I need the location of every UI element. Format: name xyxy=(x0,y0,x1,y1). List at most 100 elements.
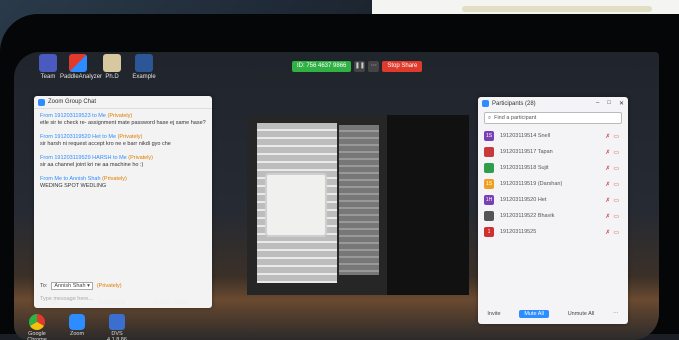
mic-muted-icon: ✗▭ xyxy=(605,197,622,204)
desktop-icon-label: Example xyxy=(132,74,156,80)
private-tag: (Privately) xyxy=(117,134,143,140)
participant-search-input[interactable]: ⌕ Find a participant xyxy=(484,112,622,124)
search-placeholder: Find a participant xyxy=(494,115,537,121)
maximize-icon[interactable]: □ xyxy=(607,100,611,107)
unmute-all-button[interactable]: Unmute All xyxy=(568,311,595,317)
avatar xyxy=(484,147,494,157)
participants-window: Participants (28) – □ ✕ ⌕ Find a participa… xyxy=(478,97,628,324)
zoom-logo-icon xyxy=(38,98,45,106)
participant-name: 191203119520 Het xyxy=(500,197,547,203)
chat-message: From 191203119529 HARSH to Me (Privately… xyxy=(40,155,206,169)
chat-messages: From 191203119523 to Me (Privately) etle… xyxy=(34,109,212,201)
to-label: To: xyxy=(40,283,48,289)
participant-row[interactable]: 1S 191203119514 Snell ✗▭ xyxy=(478,128,628,144)
more-icon[interactable]: ⋯ xyxy=(613,311,619,317)
shared-video-tile xyxy=(247,115,387,295)
message-sender: From 191203119523 to Me xyxy=(40,113,106,119)
dark-video-tile xyxy=(387,115,469,295)
mic-muted-icon: ✗▭ xyxy=(605,165,622,172)
desktop-icon-label: Ph.D xyxy=(105,74,119,80)
white-box xyxy=(265,173,327,237)
zoom-share-bar: ID: 756 4637 9866 ❚❚ ⋯ Stop Share xyxy=(292,60,454,73)
desktop-label-left: tos xyxy=(50,300,59,306)
close-icon[interactable]: ✕ xyxy=(619,100,624,107)
avatar: 1 xyxy=(484,227,494,237)
side-stack xyxy=(339,125,379,275)
chat-message: From 191203119523 to Me (Privately) etle… xyxy=(40,113,206,127)
search-icon: ⌕ xyxy=(488,114,492,121)
participants-actions: Invite Mute All Unmute All ⋯ xyxy=(478,310,628,318)
minimize-icon[interactable]: – xyxy=(596,100,599,107)
shortcut-zoom[interactable]: Zoom xyxy=(62,314,92,338)
message-text: WEDING SPOT WEDLING xyxy=(40,183,107,189)
desktop-icon-phd[interactable]: Ph.D xyxy=(94,54,130,80)
participant-row[interactable]: 191203119518 Sujit ✗▭ xyxy=(478,160,628,176)
desktop-icon-example[interactable]: Example xyxy=(126,54,162,80)
meeting-id-label[interactable]: ID: 756 4637 9866 xyxy=(292,61,352,72)
shortcut-label: Google Chrome xyxy=(27,331,47,340)
zoom-logo-icon xyxy=(482,100,489,107)
word-document-icon xyxy=(135,54,153,72)
shortcut-label: Zoom xyxy=(69,331,85,337)
team-icon xyxy=(39,54,57,72)
chrome-icon xyxy=(29,314,45,330)
chat-title: Zoom Group Chat xyxy=(48,99,97,105)
message-sender: From 191203119520 Het to Me xyxy=(40,134,117,140)
desktop-icon-label: PaddleAnalyzer xyxy=(60,74,103,80)
private-tag: (Privately) xyxy=(128,155,154,161)
screen: ID: 756 4637 9866 ❚❚ ⋯ Stop Share Team P… xyxy=(14,52,659,340)
chat-titlebar[interactable]: Zoom Group Chat xyxy=(34,96,212,109)
participant-name: 191203119519 (Darshan) xyxy=(500,181,563,187)
participant-name: 191203119525 xyxy=(500,229,537,235)
mic-muted-icon: ✗▭ xyxy=(605,181,622,188)
chat-message: From 191203119520 Het to Me (Privately) … xyxy=(40,134,206,148)
dvs-icon xyxy=(109,314,125,330)
shortcut-label: DVS 4.1.8.86 xyxy=(107,331,127,340)
participant-name: 191203119517 Tapan xyxy=(500,149,553,155)
avatar: 1S xyxy=(484,179,494,189)
recipient-select[interactable]: Annish Shah ▾ xyxy=(51,282,93,290)
paddleanalyzer-icon xyxy=(69,54,87,72)
mic-muted-icon: ✗▭ xyxy=(605,229,622,236)
mic-muted-icon: ✗▭ xyxy=(605,133,622,140)
participant-name: 191203119518 Sujit xyxy=(500,165,549,171)
shortcut-dvs[interactable]: DVS 4.1.8.86 xyxy=(102,314,132,340)
desktop-icon-paddleanalyzer[interactable]: PaddleAnalyzer xyxy=(60,54,103,80)
chat-message: From Me to Annish Shah (Privately) WEDIN… xyxy=(40,176,206,190)
mute-all-button[interactable]: Mute All xyxy=(519,310,549,318)
private-tag: (Privately) xyxy=(102,176,127,182)
message-sender: From Me to Annish Shah xyxy=(40,176,101,182)
laptop-bezel: ID: 756 4637 9866 ❚❚ ⋯ Stop Share Team P… xyxy=(0,14,679,340)
highlight-strip xyxy=(462,6,652,12)
participants-title: Participants (28) xyxy=(492,100,536,107)
avatar: 1H xyxy=(484,195,494,205)
message-sender: From 191203119529 HARSH to Me xyxy=(40,155,127,161)
desktop-shortcuts: Google Chrome Zoom DVS 4.1.8.86 xyxy=(22,314,132,340)
chat-footer: To: Annish Shah ▾ (Privately) Type messa… xyxy=(40,282,206,302)
recipient-value: Annish Shah xyxy=(54,283,86,289)
more-icon[interactable]: ⋯ xyxy=(368,61,380,72)
folder-icon xyxy=(103,54,121,72)
message-text: etle sir te check re- assignment mate pa… xyxy=(40,120,206,126)
stop-share-button[interactable]: Stop Share xyxy=(382,61,423,72)
participant-row[interactable]: 1H 191203119520 Het ✗▭ xyxy=(478,192,628,208)
shortcut-chrome[interactable]: Google Chrome xyxy=(22,314,52,340)
participant-row[interactable]: 1 191203119525 ✗▭ xyxy=(478,224,628,240)
participant-row[interactable]: 191203119522 Bhavik ✗▭ xyxy=(478,208,628,224)
participant-row[interactable]: 191203119517 Tapan ✗▭ xyxy=(478,144,628,160)
invite-button[interactable]: Invite xyxy=(487,311,500,317)
participant-name: 191203119514 Snell xyxy=(500,133,551,139)
message-text: sir harsh ni request accept kro ne e bar… xyxy=(40,141,171,147)
private-tag: (Privately) xyxy=(107,113,133,119)
avatar: 1S xyxy=(484,131,494,141)
participants-titlebar[interactable]: Participants (28) – □ ✕ xyxy=(478,97,628,110)
zoom-group-chat-window: Zoom Group Chat From 191203119523 to Me … xyxy=(34,96,212,308)
avatar xyxy=(484,163,494,173)
zoom-icon xyxy=(69,314,85,330)
message-text: sir aa channel joint kri ne aa machine h… xyxy=(40,162,144,168)
pause-icon[interactable]: ❚❚ xyxy=(354,61,366,72)
desktop-label-mid: Lockslate xyxy=(100,300,126,306)
mic-muted-icon: ✗▭ xyxy=(605,149,622,156)
participant-row[interactable]: 1S 191203119519 (Darshan) ✗▭ xyxy=(478,176,628,192)
avatar xyxy=(484,211,494,221)
